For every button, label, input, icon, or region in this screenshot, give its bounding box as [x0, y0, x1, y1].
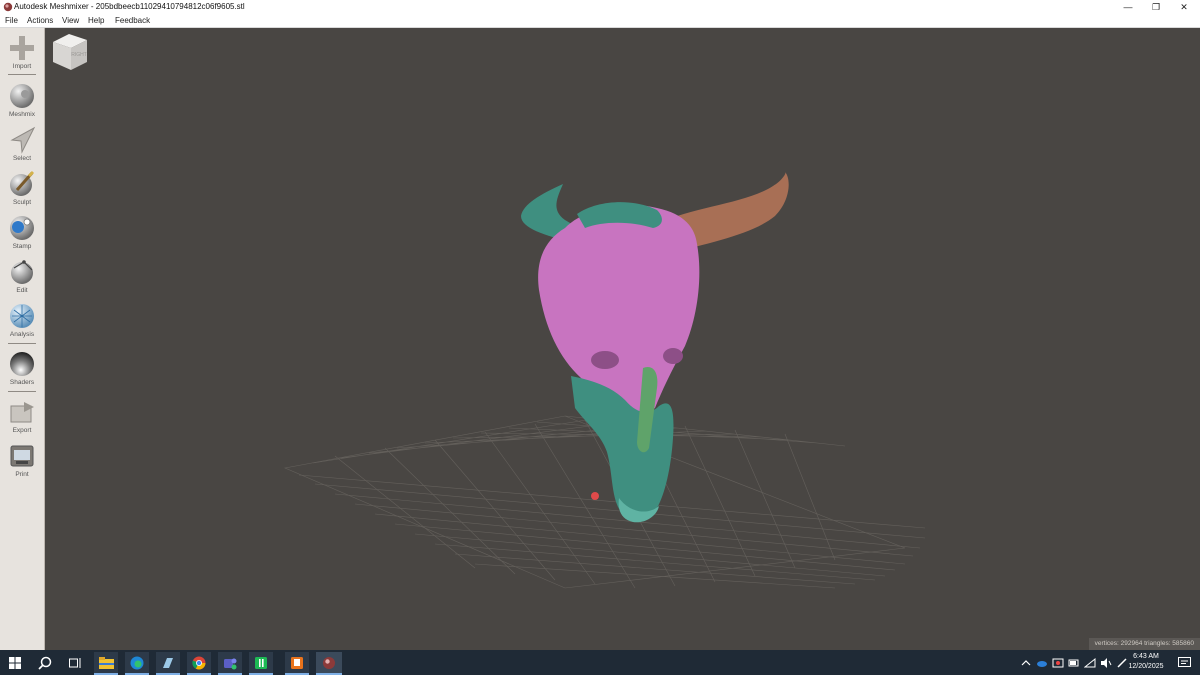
meshmixer-icon	[323, 656, 335, 669]
orange-app-button[interactable]	[285, 652, 309, 675]
menu-actions[interactable]: Actions	[27, 15, 53, 26]
edge-button[interactable]	[125, 652, 149, 675]
start-button[interactable]	[3, 652, 27, 673]
scene-canvas[interactable]	[45, 28, 1200, 650]
orange-app-icon	[291, 656, 303, 669]
meshmix-tool[interactable]: Meshmix	[0, 78, 44, 122]
volume-icon[interactable]	[1100, 657, 1112, 669]
teams-icon	[224, 658, 237, 669]
app-icon-blue	[163, 657, 173, 668]
brush-sphere-icon	[10, 170, 35, 196]
meshmix-label: Meshmix	[8, 111, 35, 118]
skull-model[interactable]	[521, 172, 789, 523]
taskbar-clock[interactable]: 6:43 AM 12/20/2025	[1124, 652, 1168, 672]
task-view-icon	[68, 657, 80, 668]
print-label: Print	[15, 471, 29, 478]
system-tray	[1018, 650, 1130, 675]
stamp-sphere-icon	[10, 216, 34, 240]
right-eye-socket	[663, 348, 683, 364]
close-button[interactable]: ✕	[1170, 0, 1198, 14]
import-label: Import	[12, 63, 32, 70]
export-folder-icon	[10, 402, 34, 423]
minimize-button[interactable]: —	[1114, 0, 1142, 14]
navigation-cube[interactable]: RIGHT	[45, 28, 93, 76]
edit-sphere-icon	[11, 260, 33, 284]
battery-icon[interactable]	[1068, 657, 1080, 669]
meshmix-ball-icon	[10, 84, 34, 108]
network-icon[interactable]	[1084, 657, 1096, 669]
clock-date: 12/20/2025	[1128, 663, 1164, 670]
printer-icon	[10, 445, 34, 467]
navcube-face-label: RIGHT	[71, 52, 87, 58]
analysis-sphere-icon	[10, 304, 34, 328]
task-view-button[interactable]	[63, 652, 87, 673]
file-explorer-button[interactable]	[94, 652, 118, 675]
sculpt-tool[interactable]: Sculpt	[0, 166, 44, 210]
file-explorer-icon	[98, 656, 114, 669]
title-bar: Autodesk Meshmixer - 205bdbeecb110294107…	[0, 0, 1200, 14]
analysis-label: Analysis	[9, 331, 35, 338]
menu-feedback[interactable]: Feedback	[115, 15, 150, 26]
green-app-button[interactable]	[249, 652, 273, 675]
shader-sphere-icon	[10, 352, 34, 376]
tool-palette: Import Meshmix Select Sculpt Stamp Edit …	[0, 28, 45, 650]
minimize-icon: —	[1123, 2, 1133, 12]
export-label: Export	[12, 427, 32, 434]
menu-view[interactable]: View	[62, 15, 79, 26]
edge-icon	[130, 656, 144, 669]
menu-file[interactable]: File	[5, 15, 18, 26]
meshmixer-taskbar-button[interactable]	[316, 652, 342, 675]
export-tool[interactable]: Export	[0, 394, 44, 438]
toolbar-divider	[8, 74, 36, 75]
blue-app-button[interactable]	[156, 652, 180, 675]
analysis-tool[interactable]: Analysis	[0, 298, 44, 342]
search-icon	[38, 656, 52, 670]
teams-button[interactable]	[218, 652, 242, 675]
edit-tool[interactable]: Edit	[0, 254, 44, 298]
shaders-label: Shaders	[9, 379, 35, 386]
select-tool[interactable]: Select	[0, 122, 44, 166]
restore-button[interactable]: ❐	[1142, 0, 1170, 14]
select-label: Select	[12, 155, 32, 162]
stamp-label: Stamp	[12, 243, 32, 250]
sculpt-label: Sculpt	[12, 199, 32, 206]
chrome-icon	[192, 656, 206, 669]
edit-label: Edit	[16, 287, 28, 294]
notifications-button[interactable]	[1172, 652, 1196, 673]
plus-icon	[10, 36, 34, 60]
notification-icon	[1177, 656, 1191, 667]
close-icon: ✕	[1180, 1, 1188, 12]
chrome-button[interactable]	[187, 652, 211, 675]
shaders-tool[interactable]: Shaders	[0, 346, 44, 390]
toolbar-divider	[8, 391, 36, 392]
menu-bar: File Actions View Help Feedback	[0, 14, 1200, 28]
viewport-3d[interactable]: RIGHT vertices: 292964 triangles: 585860	[45, 28, 1200, 650]
left-eye-socket	[591, 351, 619, 369]
search-button[interactable]	[33, 652, 57, 673]
start-icon	[9, 656, 21, 669]
clock-time: 6:43 AM	[1133, 653, 1159, 660]
arrow-select-icon	[10, 126, 36, 154]
mesh-stats: vertices: 292964 triangles: 585860	[1088, 638, 1200, 650]
print-tool[interactable]: Print	[0, 438, 44, 482]
chevron-up-icon[interactable]	[1020, 657, 1032, 669]
tray-app-icon[interactable]	[1052, 657, 1064, 669]
green-app-icon	[255, 656, 267, 669]
import-tool[interactable]: Import	[0, 30, 44, 74]
menu-help[interactable]: Help	[88, 15, 104, 26]
window-title: Autodesk Meshmixer - 205bdbeecb110294107…	[14, 2, 245, 11]
restore-icon: ❐	[1151, 1, 1161, 12]
stamp-tool[interactable]: Stamp	[0, 210, 44, 254]
pivot-marker[interactable]	[591, 492, 599, 500]
windows-taskbar: 6:43 AM 12/20/2025	[0, 650, 1200, 675]
toolbar-divider	[8, 343, 36, 344]
meshmixer-app-icon	[3, 2, 13, 12]
cloud-icon[interactable]	[1036, 657, 1048, 669]
cranium	[538, 204, 700, 417]
